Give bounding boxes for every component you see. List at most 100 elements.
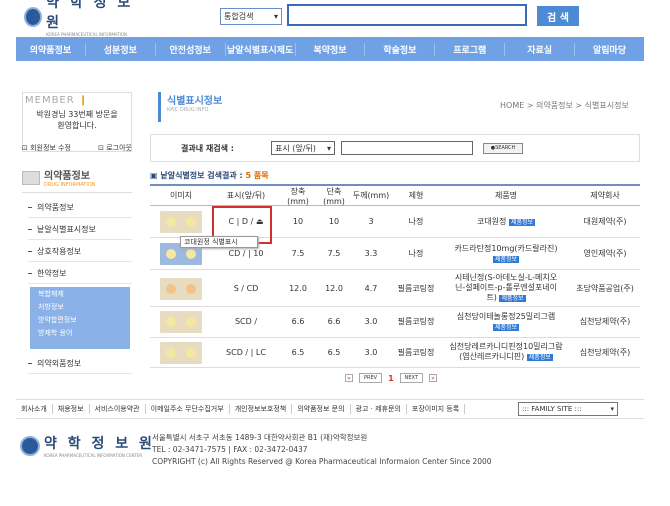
short-cell: 12.0 xyxy=(325,283,343,293)
sidebar-item-interaction[interactable]: 상호작용정보 xyxy=(28,242,132,262)
footer-link[interactable]: 의약품정보 문의 xyxy=(292,404,351,414)
table-row[interactable]: S / CD 12.0 12.0 4.7 필름코팅정 시테닌정(S-아데노실-L… xyxy=(150,271,640,307)
pagination: « PREV 1 NEXT » xyxy=(345,373,437,383)
submenu-item[interactable]: 처방정보 xyxy=(30,300,130,313)
refine-select-value: 표시 (앞/뒤) xyxy=(275,143,316,153)
form-cell: 나정 xyxy=(408,249,424,258)
nav-item[interactable]: 자료실 xyxy=(505,42,576,56)
refine-search-label: SEARCH xyxy=(495,145,516,151)
product-info-badge[interactable]: 제품정보 xyxy=(526,354,553,361)
result-label: 낱알식별정보 검색결과 : xyxy=(160,171,243,180)
tooltip: 코대원정 식별표시 xyxy=(180,236,258,248)
pill-image[interactable] xyxy=(160,311,202,333)
refine-select[interactable]: 표시 (앞/뒤) ▾ xyxy=(271,141,335,155)
pill-image[interactable] xyxy=(160,341,202,364)
table-header: 이미지 표시(앞/뒤) 장축(mm) 단축(mm) 두께(mm) 제형 제품명 … xyxy=(150,184,640,206)
sidebar-submenu: 복합제제 처방정보 방약합편정보 방제학 용어 xyxy=(30,287,130,349)
search-input[interactable] xyxy=(287,4,527,26)
submenu-item[interactable]: 방약합편정보 xyxy=(30,313,130,326)
form-cell: 나정 xyxy=(408,217,424,226)
footer-link[interactable]: 회사소개 xyxy=(16,404,53,414)
product-cell: 심천당이테놀롱정25밀리그램 제품정보 xyxy=(442,312,570,333)
mark-cell: S / CD xyxy=(212,284,280,294)
submenu-item[interactable]: 복합제제 xyxy=(30,287,130,300)
product-info-badge[interactable]: 제품정보 xyxy=(492,255,520,263)
mark-cell: SCD / xyxy=(212,317,280,327)
product-name-line2: (염산레르카니디핀) xyxy=(459,352,525,361)
nav-item[interactable]: 안전성정보 xyxy=(156,42,226,56)
sidebar-item-drug-info[interactable]: 의약품정보 xyxy=(28,198,132,218)
main-nav: 의약품정보 성분정보 안전성정보 낱알식별표시제도 복약정보 학술정보 프로그램… xyxy=(16,37,644,61)
nav-item[interactable]: 알림마당 xyxy=(575,43,644,56)
footer-logo-subtitle: KOREA PHARMACEUTICAL INFORMATION CENTER xyxy=(44,453,143,458)
last-page-icon[interactable]: » xyxy=(428,374,437,382)
pill-image[interactable] xyxy=(160,277,202,300)
logo-name: 약 학 정 보 원 xyxy=(46,0,134,31)
nav-item[interactable]: 프로그램 xyxy=(435,42,506,56)
footer-copyright: COPYRIGHT (c) All Rights Reserved @ Kore… xyxy=(152,457,492,466)
footer-link[interactable]: 이메일주소 무단수집거부 xyxy=(146,404,230,414)
long-cell: 6.5 xyxy=(291,347,305,357)
col-long: 장축(mm) xyxy=(287,186,309,206)
thick-cell: 3 xyxy=(368,217,374,226)
chevron-down-icon: ▾ xyxy=(610,405,614,413)
nav-item[interactable]: 성분정보 xyxy=(86,42,156,56)
pill-image[interactable] xyxy=(160,211,202,233)
footer-address: 서울특별시 서초구 서초동 1489-3 대한약사회관 B1 (재)약학정보원 xyxy=(152,433,368,442)
company-cell: 심천당제약(주) xyxy=(579,347,631,357)
product-name[interactable]: 심천당이테놀롱정25밀리그램 xyxy=(442,312,570,322)
nav-item[interactable]: 복약정보 xyxy=(296,42,366,56)
logout-link[interactable]: ⊡ 로그아웃 xyxy=(98,143,132,153)
long-cell: 10 xyxy=(292,217,304,226)
product-name[interactable]: 심천당레르카니디핀정10밀리그람 xyxy=(442,342,570,352)
submenu-item[interactable]: 방제학 용어 xyxy=(30,326,130,339)
result-count: 5 품목 xyxy=(245,171,269,180)
logo[interactable]: 약 학 정 보 원 KOREA PHARMACEUTICAL INFORMATI… xyxy=(24,0,144,42)
footer-link[interactable]: 개인정보보호정책 xyxy=(230,404,293,414)
product-name-line2: 닌-설페이트-p-톨루엔설포네이 xyxy=(454,283,558,292)
thick-cell: 3.0 xyxy=(364,347,378,357)
short-cell: 6.5 xyxy=(327,347,341,357)
col-image: 이미지 xyxy=(169,191,193,200)
family-site-label: ::: FAMILY SITE ::: xyxy=(522,405,582,413)
table-row[interactable]: SCD / 6.6 6.6 3.0 필름코팅정 심천당이테놀롱정25밀리그램 제품… xyxy=(150,307,640,338)
footer-link[interactable]: 포장이미지 등록 xyxy=(407,404,466,414)
nav-item[interactable]: 의약품정보 xyxy=(16,42,86,56)
product-name[interactable]: 카드라탄정10mg(카드랄라진) xyxy=(442,244,570,254)
table-row[interactable]: SCD / | LC 6.5 6.5 3.0 필름코팅정 심천당레르카니디핀정1… xyxy=(150,338,640,368)
sidebar-item-quasi-drug[interactable]: 의약외품정보 xyxy=(28,354,132,374)
footer-link[interactable]: 서비스이용약관 xyxy=(90,404,146,414)
prev-button[interactable]: PREV xyxy=(359,373,383,383)
product-name[interactable]: 시테닌정(S-아데노실-L-메치오 xyxy=(442,273,570,283)
sidebar-item-identification[interactable]: 낱알식별표시정보 xyxy=(28,220,132,240)
page-subtitle: KPIC DRUG INFO xyxy=(167,107,209,113)
footer-link[interactable]: 광고 · 제휴문의 xyxy=(351,404,407,414)
search-button[interactable]: 검 색 xyxy=(537,6,579,26)
mark-front: SCD / xyxy=(234,317,258,326)
sidebar-item-herbal[interactable]: 한약정보 xyxy=(28,264,132,284)
footer-tel: TEL : 02-3471-7575 | FAX : 02-3472-0437 xyxy=(152,445,308,454)
refine-label: 결과내 재검색 : xyxy=(181,143,234,153)
nav-item[interactable]: 낱알식별표시제도 xyxy=(226,42,296,56)
edit-profile-link[interactable]: ⊡ 회원정보 수정 xyxy=(22,143,71,153)
current-page[interactable]: 1 xyxy=(388,374,394,383)
next-button[interactable]: NEXT xyxy=(399,373,423,383)
result-summary: ▣ 낱알식별정보 검색결과 : 5 품목 xyxy=(150,171,269,180)
product-info-badge[interactable]: 제품정보 xyxy=(499,295,526,302)
mark-front: SCD / xyxy=(226,347,249,357)
footer-link[interactable]: 채용정보 xyxy=(53,404,90,414)
thick-cell: 4.7 xyxy=(364,283,378,293)
nav-item[interactable]: 학술정보 xyxy=(365,42,436,56)
product-info-badge[interactable]: 제품정보 xyxy=(492,323,520,331)
long-cell: 12.0 xyxy=(289,283,307,293)
family-site-select[interactable]: ::: FAMILY SITE ::: ▾ xyxy=(518,402,618,416)
first-page-icon[interactable]: « xyxy=(345,374,353,382)
product-name[interactable]: 코대원정 xyxy=(477,217,506,226)
refine-input[interactable] xyxy=(341,141,473,155)
refine-search-button[interactable]: ● SEARCH xyxy=(483,142,523,154)
product-info-badge[interactable]: 제품정보 xyxy=(508,218,536,226)
search-scope-select[interactable]: 통합검색 ▾ xyxy=(220,8,282,25)
form-cell: 필름코팅정 xyxy=(397,283,435,293)
footer-logo-name: 약 학 정 보 원 xyxy=(44,436,155,452)
category-title: 의약품정보 xyxy=(44,171,90,182)
